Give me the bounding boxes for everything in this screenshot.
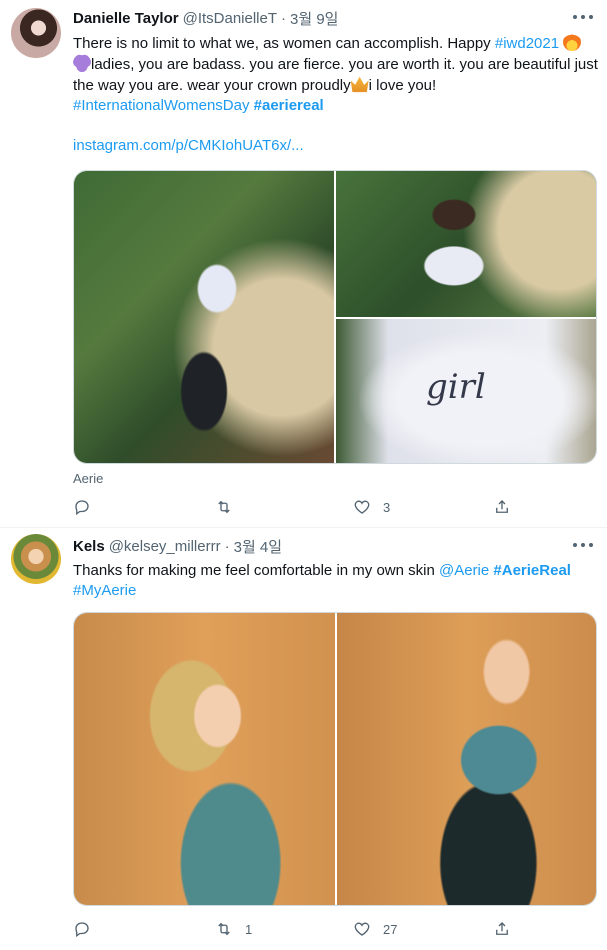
purple-heart-emoji bbox=[73, 54, 91, 72]
retweet-button[interactable]: 1 bbox=[215, 920, 252, 938]
like-button[interactable]: 27 bbox=[353, 920, 397, 938]
photo[interactable] bbox=[337, 613, 596, 905]
separator-dot: · bbox=[224, 537, 230, 555]
tweet-header: Danielle Taylor @ItsDanielleT · 3월 9일 bbox=[73, 8, 338, 28]
photo[interactable]: girl bbox=[336, 319, 596, 463]
author-name[interactable]: Danielle Taylor bbox=[73, 10, 179, 27]
tweet-text-part: i love you! bbox=[368, 77, 437, 94]
external-link[interactable]: instagram.com/p/CMKIohUAT6x/... bbox=[73, 137, 304, 154]
tweet-text-part: Thanks for making me feel comfortable in… bbox=[73, 562, 439, 579]
like-icon bbox=[354, 922, 370, 936]
more-icon[interactable] bbox=[573, 538, 593, 552]
author-name[interactable]: Kels bbox=[73, 538, 105, 555]
media-grid bbox=[73, 612, 597, 906]
shirt-print-text: girl bbox=[426, 367, 486, 407]
share-button[interactable] bbox=[493, 920, 511, 938]
hashtag-link[interactable]: #InternationalWomensDay bbox=[73, 97, 249, 114]
reply-button[interactable] bbox=[73, 920, 103, 938]
like-count: 3 bbox=[383, 499, 391, 515]
like-count: 27 bbox=[383, 921, 398, 937]
mention-link[interactable]: @Aerie bbox=[439, 562, 489, 579]
photo[interactable] bbox=[74, 171, 334, 463]
tweet-actions: 3 bbox=[73, 498, 513, 518]
tweet-text-part: ladies, you are badass. you are fierce. … bbox=[73, 56, 598, 94]
media-grid: girl bbox=[73, 170, 597, 464]
fire-emoji bbox=[563, 33, 582, 51]
tweet-text: Thanks for making me feel comfortable in… bbox=[73, 561, 598, 601]
avatar[interactable] bbox=[11, 8, 61, 58]
retweet-button[interactable] bbox=[215, 498, 245, 516]
tweet-time[interactable]: 3월 9일 bbox=[290, 8, 338, 29]
avatar[interactable] bbox=[11, 534, 61, 584]
tweet[interactable]: Kels @kelsey_millerrr · 3월 4일 Thanks for… bbox=[0, 528, 607, 950]
share-icon bbox=[496, 500, 508, 513]
reply-button[interactable] bbox=[73, 498, 103, 516]
hashtag-link[interactable]: #AerieReal bbox=[493, 562, 571, 579]
hashtag-link[interactable]: #MyAerie bbox=[73, 582, 136, 599]
tweet-header: Kels @kelsey_millerrr · 3월 4일 bbox=[73, 536, 282, 556]
retweet-icon bbox=[218, 500, 230, 514]
author-handle[interactable]: @kelsey_millerrr bbox=[109, 538, 221, 555]
tweet-time[interactable]: 3월 4일 bbox=[234, 536, 282, 557]
like-icon bbox=[354, 500, 370, 514]
crown-emoji bbox=[350, 76, 369, 93]
photo[interactable] bbox=[74, 613, 335, 905]
share-icon bbox=[496, 922, 508, 935]
more-icon[interactable] bbox=[573, 10, 593, 24]
tweet[interactable]: Danielle Taylor @ItsDanielleT · 3월 9일 Th… bbox=[0, 0, 607, 528]
hashtag-link[interactable]: #aeriereal bbox=[254, 97, 324, 114]
reply-icon bbox=[75, 500, 89, 516]
media-source[interactable]: Aerie bbox=[73, 471, 103, 486]
tweet-text: There is no limit to what we, as women c… bbox=[73, 33, 598, 156]
retweet-icon bbox=[218, 922, 230, 936]
separator-dot: · bbox=[281, 9, 287, 27]
reply-icon bbox=[75, 922, 89, 938]
hashtag-link[interactable]: #iwd2021 bbox=[495, 35, 559, 52]
like-button[interactable]: 3 bbox=[353, 498, 390, 516]
photo[interactable] bbox=[336, 171, 596, 317]
share-button[interactable] bbox=[493, 498, 511, 516]
tweet-text-part: There is no limit to what we, as women c… bbox=[73, 35, 495, 52]
tweet-actions: 1 27 bbox=[73, 920, 513, 940]
retweet-count: 1 bbox=[245, 921, 253, 937]
author-handle[interactable]: @ItsDanielleT bbox=[183, 10, 277, 27]
